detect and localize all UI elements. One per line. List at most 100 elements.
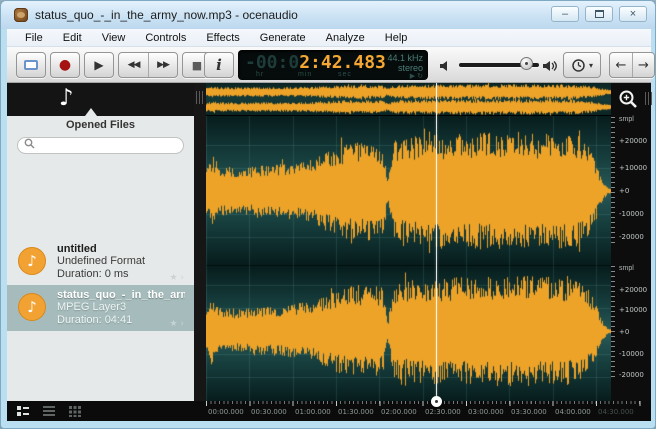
time-label: 01:30.000 [338, 408, 374, 416]
file-info: untitled Undefined Format Duration: 0 ms [57, 243, 185, 281]
panel-title: Opened Files [7, 119, 194, 131]
menu-help[interactable]: Help [375, 29, 418, 47]
scale-label: -10000 [619, 210, 644, 218]
scale-label: +10000 [619, 164, 647, 172]
unit-min: min [298, 71, 312, 78]
scale-label: +10000 [619, 306, 647, 314]
scale-label: +20000 [619, 137, 647, 145]
ruler-major-ticks [206, 401, 641, 406]
time-format-button[interactable]: ▾ [563, 52, 601, 78]
time-label: 04:00.000 [555, 408, 591, 416]
menu-controls[interactable]: Controls [135, 29, 196, 47]
maximize-icon [595, 10, 604, 18]
rewind-button[interactable]: ◀◀ [119, 53, 148, 77]
menu-effects[interactable]: Effects [196, 29, 249, 47]
menu-view[interactable]: View [92, 29, 136, 47]
zoom-button[interactable] [615, 87, 643, 113]
back-button[interactable]: ← [610, 53, 632, 77]
sample-rate: 44.1 kHz [387, 53, 423, 63]
search-icon [24, 138, 35, 149]
waveform-channel-right[interactable] [206, 266, 611, 401]
app-window: status_quo_-_in_the_army_now.mp3 - ocena… [0, 0, 656, 429]
time-label: 04:30.000 [598, 408, 634, 416]
zoom-in-icon [617, 88, 641, 112]
file-title: status_quo_-_in_the_army_now.... [57, 289, 185, 301]
channel-right-canvas[interactable] [206, 266, 611, 401]
menu-analyze[interactable]: Analyze [316, 29, 375, 47]
file-info: status_quo_-_in_the_army_now.... MPEG La… [57, 289, 185, 327]
time-label: 03:30.000 [511, 408, 547, 416]
scale-unit: smpl [619, 265, 634, 272]
time-display: -00:02:42.483 hr min sec 44.1 kHz stereo… [238, 50, 428, 80]
back-arrow-icon: ← [616, 58, 627, 73]
toggle-sidebar-button[interactable] [16, 52, 46, 78]
sidebar-header: ♪ [7, 83, 194, 116]
dropdown-arrow-icon: ▾ [589, 61, 593, 70]
list-view-button[interactable] [43, 405, 55, 417]
history-button-group: ← → [609, 52, 655, 78]
volume-slider-thumb[interactable] [520, 57, 533, 70]
playhead[interactable] [436, 83, 437, 401]
info-button[interactable]: i [204, 52, 234, 78]
waveform-overview[interactable] [206, 83, 611, 116]
sidebar-splitter[interactable] [194, 83, 206, 401]
maximize-button[interactable] [585, 6, 613, 22]
forward-button[interactable]: → [632, 53, 654, 77]
stop-icon: ■ [192, 59, 202, 72]
music-note-icon: ♪ [59, 85, 74, 111]
bottom-bar: 00:00.000 00:30.000 01:00.000 01:30.000 … [7, 401, 651, 421]
play-button[interactable]: ▶ [84, 52, 114, 78]
sidebar-header-notch [85, 108, 97, 116]
clock-icon [571, 58, 586, 73]
record-button[interactable]: ● [50, 52, 80, 78]
search-box [17, 135, 184, 152]
sidebar: ♪ Opened Files ♪ untitled Undefined Form… [7, 83, 194, 401]
scale-label: -20000 [619, 233, 644, 241]
menu-edit[interactable]: Edit [53, 29, 92, 47]
menubar: File Edit View Controls Effects Generate… [7, 29, 651, 47]
minimize-icon: – [562, 9, 568, 20]
scale-ticks-right [611, 266, 615, 380]
grid-view-button[interactable] [69, 405, 81, 417]
detail-view-button[interactable] [17, 405, 29, 417]
menu-file[interactable]: File [15, 29, 53, 47]
playhead-pin[interactable] [431, 396, 442, 407]
app-icon [14, 8, 28, 22]
sidebar-panel-icon [24, 60, 38, 70]
overview-canvas[interactable] [206, 83, 611, 116]
volume-low-icon [439, 59, 451, 77]
waveform-channel-left[interactable] [206, 116, 611, 266]
search-input[interactable] [17, 137, 184, 154]
file-duration: Duration: 0 ms [57, 268, 185, 281]
channel-left-canvas[interactable] [206, 116, 611, 266]
note-glyph: ♪ [27, 252, 37, 270]
scale-label: +20000 [619, 286, 647, 294]
forward-arrow-icon: → [638, 58, 649, 73]
minimize-button[interactable]: – [551, 6, 579, 22]
fast-forward-button[interactable]: ▶▶ [148, 53, 177, 77]
file-item-status-quo[interactable]: ♪ status_quo_-_in_the_army_now.... MPEG … [7, 285, 194, 331]
window-title: status_quo_-_in_the_army_now.mp3 - ocena… [35, 8, 298, 22]
titlebar[interactable]: status_quo_-_in_the_army_now.mp3 - ocena… [1, 1, 656, 29]
window-controls: – × [551, 6, 647, 22]
scale-label: -10000 [619, 350, 644, 358]
seek-button-group: ◀◀ ▶▶ [118, 52, 178, 78]
item-action-icons[interactable]: ★ › [169, 319, 184, 329]
file-item-untitled[interactable]: ♪ untitled Undefined Format Duration: 0 … [7, 239, 194, 285]
unit-hr: hr [256, 71, 264, 78]
amplitude-scale: smpl +20000 +10000 +0 -10000 -20000 smpl… [611, 83, 651, 401]
item-action-icons[interactable]: ★ › [169, 273, 184, 283]
time-label: 00:00.000 [208, 408, 244, 416]
time-label: 00:30.000 [251, 408, 287, 416]
fast-forward-icon: ▶▶ [157, 60, 169, 70]
time-hours-dim: -00:0 [245, 52, 299, 73]
file-duration: Duration: 04:41 [57, 314, 185, 327]
rewind-icon: ◀◀ [128, 60, 140, 70]
scale-label: +0 [619, 328, 629, 336]
scale-label: +0 [619, 187, 629, 195]
menu-generate[interactable]: Generate [250, 29, 316, 47]
playmode-icons: ▶ ↻ [387, 73, 423, 80]
volume-high-icon [542, 59, 558, 77]
close-button[interactable]: × [619, 6, 647, 22]
scale-label: -20000 [619, 371, 644, 379]
